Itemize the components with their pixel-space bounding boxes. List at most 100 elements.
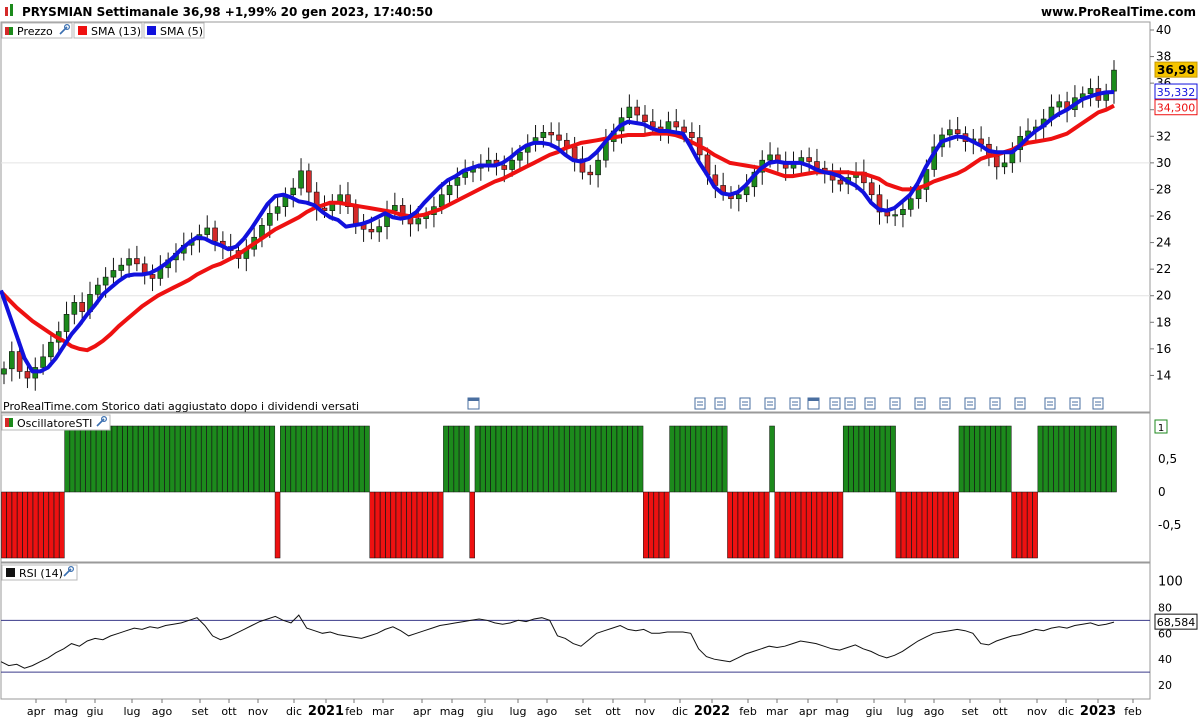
oscillator-bar (664, 491, 670, 559)
price-tick-label: 30 (1156, 156, 1171, 170)
document-icon[interactable] (1092, 397, 1104, 410)
oscillator-bar (969, 425, 975, 493)
brand-link[interactable]: www.ProRealTime.com (1041, 5, 1196, 19)
oscillator-bar (227, 425, 233, 493)
sma5-swatch (147, 26, 156, 35)
document-icon[interactable] (789, 397, 801, 410)
oscillator-bar (727, 491, 733, 559)
document-icon[interactable] (939, 397, 951, 410)
oscillator-bar (1032, 491, 1038, 559)
x-tick-label: apr (413, 705, 432, 718)
oscillator-bar (11, 491, 18, 559)
document-icon[interactable] (989, 397, 1001, 410)
oscillator-bar (1, 491, 7, 559)
oscillator-bar (116, 425, 123, 493)
oscillator-bar (206, 425, 212, 493)
oscillator-bar (963, 425, 970, 493)
oscillator-bar (306, 425, 312, 493)
oscillator-bar (95, 425, 102, 493)
oscillator-bar (53, 491, 60, 559)
rsi-tick-label: 20 (1158, 679, 1172, 692)
oscillator-bar (316, 425, 323, 493)
document-icon[interactable] (829, 397, 841, 410)
oscillator-bar (443, 425, 449, 493)
document-icon[interactable] (914, 397, 926, 410)
calendar-icon[interactable] (807, 397, 820, 410)
oscillator-bar (337, 425, 344, 493)
oscillator-bar (674, 425, 681, 493)
document-icon[interactable] (964, 397, 976, 410)
oscillator-bar (495, 425, 502, 493)
oscillator-bar (1105, 425, 1112, 493)
oscillator-bar (748, 491, 754, 559)
document-icon[interactable] (764, 397, 776, 410)
oscillator-bar (343, 425, 349, 493)
oscillator-y-axis: 0,5 0 -0,5 (1158, 452, 1181, 532)
oscillator-bar (806, 491, 812, 559)
document-icon[interactable] (1044, 397, 1056, 410)
x-tick-label: ott (605, 705, 621, 718)
osc-swatch-up (9, 418, 13, 427)
oscillator-bar (1021, 491, 1028, 559)
document-icon[interactable] (714, 397, 726, 410)
oscillator-bar (406, 491, 412, 559)
price-panel[interactable] (0, 21, 1151, 413)
price-legend[interactable]: Prezzo SMA (13) SMA (5) (1, 22, 205, 39)
document-icon[interactable] (889, 397, 901, 410)
document-icon[interactable] (694, 397, 706, 410)
oscillator-bar (38, 491, 44, 559)
oscillator-bar (59, 491, 65, 559)
oscillator-bar (453, 425, 460, 493)
rsi-panel[interactable] (0, 562, 1151, 700)
x-tick-label: mag (54, 705, 78, 718)
oscillator-bar (821, 491, 828, 559)
oscillator-bar (911, 491, 917, 559)
oscillator-bar (164, 425, 170, 493)
oscillator-bar (832, 491, 838, 559)
oscillator-bar (974, 425, 980, 493)
chart-title: PRYSMIAN Settimanale 36,98 +1,99% 20 gen… (22, 5, 433, 19)
oscillator-bar (432, 491, 439, 559)
document-icon[interactable] (1014, 397, 1026, 410)
oscillator-bar (411, 491, 418, 559)
document-icon[interactable] (739, 397, 751, 410)
calendar-icon[interactable] (467, 397, 480, 410)
oscillator-bar (1027, 491, 1033, 559)
document-icon[interactable] (844, 397, 856, 410)
price-tick-label: 14 (1156, 368, 1171, 382)
oscillator-bar (790, 491, 796, 559)
oscillator-bar (290, 425, 297, 493)
oscillator-bar (685, 425, 691, 493)
oscillator-bar (322, 425, 328, 493)
x-tick-label: ott (992, 705, 1008, 718)
price-last-labels: 36,98 35,332 34,300 (1154, 61, 1198, 116)
rsi-legend[interactable]: RSI (14) (1, 564, 78, 581)
oscillator-tick-label: 0,5 (1158, 452, 1177, 466)
oscillator-bar (553, 425, 560, 493)
document-icon[interactable] (864, 397, 876, 410)
oscillator-bar (201, 425, 207, 493)
oscillator-bar (874, 425, 881, 493)
oscillator-bar (606, 425, 612, 493)
oscillator-bar (285, 425, 291, 493)
oscillator-bar (795, 491, 802, 559)
oscillator-bar (785, 491, 791, 559)
oscillator-bar (653, 491, 660, 559)
oscillator-bar (111, 425, 118, 493)
oscillator-bar (380, 491, 386, 559)
document-icon[interactable] (1069, 397, 1081, 410)
oscillator-bar (101, 425, 107, 493)
oscillator-bar (711, 425, 717, 493)
x-tick-label: lug (896, 705, 913, 718)
oscillator-bar (879, 425, 886, 493)
oscillator-bar (159, 425, 165, 493)
oscillator-bar (511, 425, 518, 493)
oscillator-bar (522, 425, 528, 493)
oscillator-bar (611, 425, 617, 493)
oscillator-legend[interactable]: OscillatoreSTI (1, 414, 111, 431)
x-tick-label: mag (440, 705, 464, 718)
oscillator-bar (374, 491, 381, 559)
last-price-label: 36,98 (1154, 61, 1198, 78)
oscillator-bar (358, 425, 365, 493)
oscillator-bar (1006, 425, 1012, 493)
